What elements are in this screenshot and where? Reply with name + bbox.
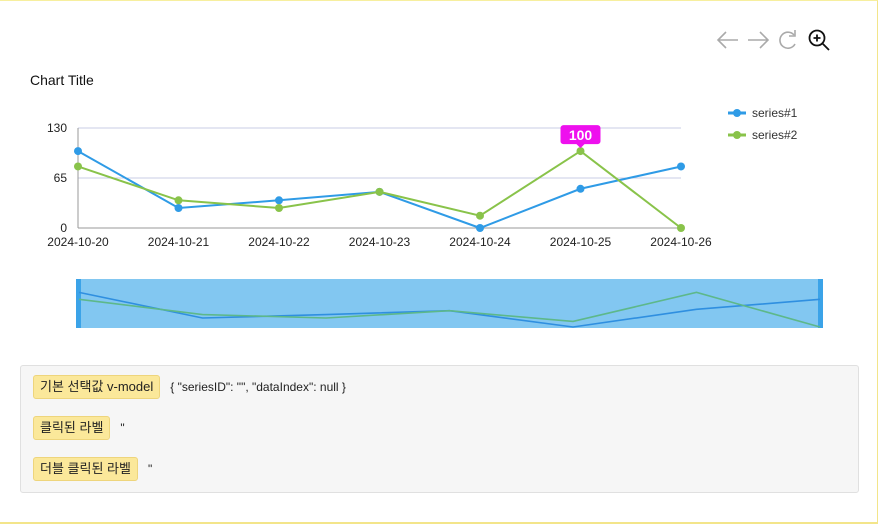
clicked-value: " [120, 421, 125, 435]
selected-value: { "seriesID": "", "dataIndex": null } [170, 380, 346, 394]
legend-label: series#2 [752, 128, 798, 142]
clicked-row: 클릭된 라벨 " [33, 416, 125, 440]
legend-swatch-dot [733, 131, 741, 139]
data-point [174, 204, 183, 212]
data-point [476, 211, 484, 220]
data-point [677, 224, 685, 232]
data-point [677, 162, 685, 171]
x-tick-label: 2024-10-23 [349, 235, 411, 249]
x-tick-label: 2024-10-22 [248, 235, 310, 249]
data-point [375, 187, 384, 196]
data-point [576, 184, 585, 193]
x-tick-label: 2024-10-21 [148, 235, 210, 249]
data-point [576, 147, 585, 156]
navigator-handle-left [76, 279, 81, 328]
tooltip-label: 100 [569, 127, 593, 143]
navigator-handle-right [818, 279, 823, 328]
x-tick-label: 2024-10-24 [449, 235, 511, 249]
data-point [74, 147, 82, 156]
x-tick-label: 2024-10-26 [650, 235, 712, 249]
y-tick-label: 65 [54, 171, 68, 185]
legend-swatch-dot [733, 109, 741, 117]
data-point [476, 224, 484, 232]
dblclicked-row: 더블 클릭된 라벨 " [33, 457, 152, 481]
info-panel: 기본 선택값 v-model { "seriesID": "", "dataIn… [20, 365, 859, 493]
clicked-label: 클릭된 라벨 [33, 416, 111, 440]
range-navigator [76, 279, 823, 328]
legend-label: series#1 [752, 106, 798, 120]
dblclicked-value: " [147, 462, 153, 476]
line-chart: 0 65 130 2024-10-20 2024-10-21 2024-10-22 2024… [47, 106, 823, 328]
dblclicked-label: 더블 클릭된 라벨 [33, 457, 138, 481]
data-point [275, 204, 283, 212]
x-tick-label: 2024-10-20 [47, 235, 109, 249]
data-point [74, 162, 82, 171]
data-point [275, 196, 283, 205]
x-tick-label: 2024-10-25 [550, 235, 612, 249]
navigator-selection [76, 279, 823, 328]
tooltip-pointer [575, 143, 586, 149]
selected-row: 기본 선택값 v-model { "seriesID": "", "dataIn… [33, 375, 346, 399]
y-tick-label: 130 [47, 121, 67, 135]
selected-label: 기본 선택값 v-model [33, 375, 161, 399]
data-point [174, 196, 183, 205]
tooltip: 100 [560, 125, 601, 149]
y-tick-label: 0 [60, 221, 67, 235]
